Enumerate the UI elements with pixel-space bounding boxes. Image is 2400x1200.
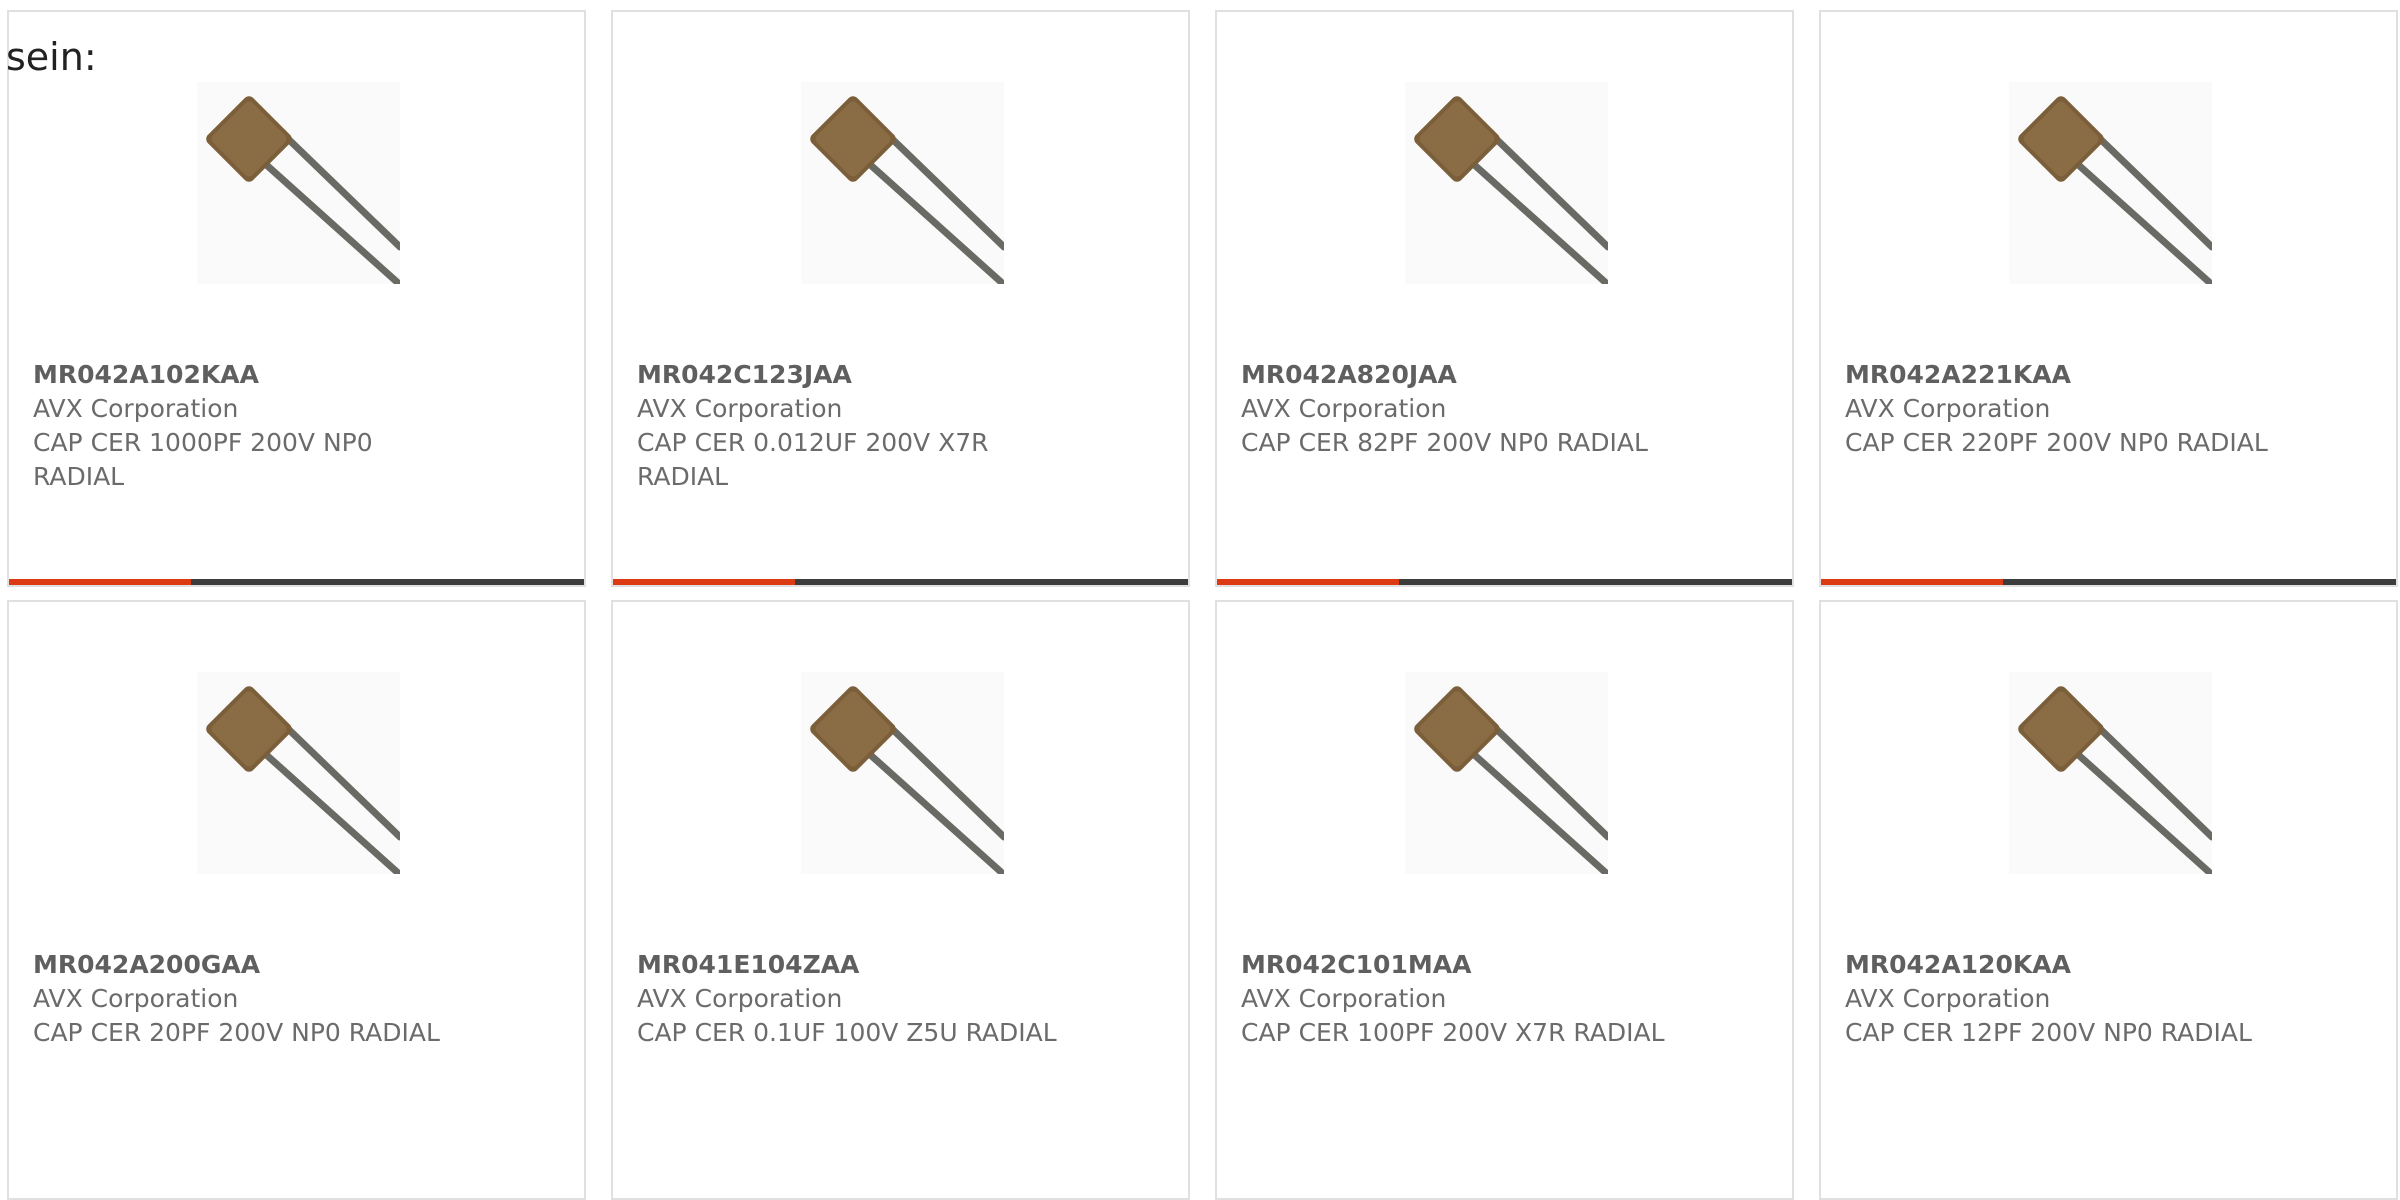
product-info: MR042A820JAA AVX Corporation CAP CER 82P… bbox=[1241, 358, 1671, 460]
manufacturer: AVX Corporation bbox=[637, 984, 843, 1013]
radial-capacitor-image[interactable] bbox=[801, 672, 1004, 874]
card-footer-bar bbox=[1217, 579, 1792, 585]
radial-capacitor-image[interactable] bbox=[197, 82, 400, 284]
card-footer-bar bbox=[613, 579, 1188, 585]
product-info: MR042A200GAA AVX Corporation CAP CER 20P… bbox=[33, 948, 463, 1050]
manufacturer: AVX Corporation bbox=[1241, 984, 1447, 1013]
part-number[interactable]: MR041E104ZAA bbox=[637, 948, 1067, 982]
manufacturer: AVX Corporation bbox=[1845, 984, 2051, 1013]
part-number[interactable]: MR042A221KAA bbox=[1845, 358, 2275, 392]
part-number[interactable]: MR042C123JAA bbox=[637, 358, 1067, 392]
part-number[interactable]: MR042A820JAA bbox=[1241, 358, 1671, 392]
product-description: CAP CER 20PF 200V NP0 RADIAL bbox=[33, 1018, 440, 1047]
part-number[interactable]: MR042A102KAA bbox=[33, 358, 463, 392]
product-info: MR042A102KAA AVX Corporation CAP CER 100… bbox=[33, 358, 463, 494]
product-card[interactable]: MR042C101MAA AVX Corporation CAP CER 100… bbox=[1215, 600, 1794, 1200]
product-info: MR042C123JAA AVX Corporation CAP CER 0.0… bbox=[637, 358, 1067, 494]
product-info: MR041E104ZAA AVX Corporation CAP CER 0.1… bbox=[637, 948, 1067, 1050]
product-card[interactable]: MR042A120KAA AVX Corporation CAP CER 12P… bbox=[1819, 600, 2398, 1200]
product-card[interactable]: MR042A221KAA AVX Corporation CAP CER 220… bbox=[1819, 10, 2398, 587]
product-description: CAP CER 100PF 200V X7R RADIAL bbox=[1241, 1018, 1665, 1047]
radial-capacitor-image[interactable] bbox=[2009, 82, 2212, 284]
card-accent-bar bbox=[1217, 579, 1399, 585]
product-info: MR042C101MAA AVX Corporation CAP CER 100… bbox=[1241, 948, 1671, 1050]
product-card[interactable]: MR041E104ZAA AVX Corporation CAP CER 0.1… bbox=[611, 600, 1190, 1200]
radial-capacitor-image[interactable] bbox=[801, 82, 1004, 284]
card-footer-bar bbox=[1821, 579, 2396, 585]
product-description: CAP CER 0.012UF 200V X7R RADIAL bbox=[637, 428, 989, 491]
product-card[interactable]: MR042A200GAA AVX Corporation CAP CER 20P… bbox=[7, 600, 586, 1200]
radial-capacitor-image[interactable] bbox=[197, 672, 400, 874]
product-description: CAP CER 0.1UF 100V Z5U RADIAL bbox=[637, 1018, 1057, 1047]
manufacturer: AVX Corporation bbox=[1845, 394, 2051, 423]
card-footer-bar bbox=[9, 579, 584, 585]
product-grid: MR042A102KAA AVX Corporation CAP CER 100… bbox=[7, 10, 2400, 1200]
section-heading: sein: bbox=[6, 35, 97, 79]
part-number[interactable]: MR042A200GAA bbox=[33, 948, 463, 982]
product-description: CAP CER 1000PF 200V NP0 RADIAL bbox=[33, 428, 373, 491]
manufacturer: AVX Corporation bbox=[637, 394, 843, 423]
radial-capacitor-image[interactable] bbox=[1405, 672, 1608, 874]
manufacturer: AVX Corporation bbox=[33, 984, 239, 1013]
radial-capacitor-image[interactable] bbox=[2009, 672, 2212, 874]
product-info: MR042A120KAA AVX Corporation CAP CER 12P… bbox=[1845, 948, 2275, 1050]
product-card[interactable]: MR042A820JAA AVX Corporation CAP CER 82P… bbox=[1215, 10, 1794, 587]
product-description: CAP CER 12PF 200V NP0 RADIAL bbox=[1845, 1018, 2252, 1047]
card-accent-bar bbox=[613, 579, 795, 585]
product-card[interactable]: MR042C123JAA AVX Corporation CAP CER 0.0… bbox=[611, 10, 1190, 587]
product-info: MR042A221KAA AVX Corporation CAP CER 220… bbox=[1845, 358, 2275, 460]
card-accent-bar bbox=[9, 579, 191, 585]
part-number[interactable]: MR042A120KAA bbox=[1845, 948, 2275, 982]
card-accent-bar bbox=[1821, 579, 2003, 585]
radial-capacitor-image[interactable] bbox=[1405, 82, 1608, 284]
part-number[interactable]: MR042C101MAA bbox=[1241, 948, 1671, 982]
product-description: CAP CER 220PF 200V NP0 RADIAL bbox=[1845, 428, 2268, 457]
product-description: CAP CER 82PF 200V NP0 RADIAL bbox=[1241, 428, 1648, 457]
product-card[interactable]: MR042A102KAA AVX Corporation CAP CER 100… bbox=[7, 10, 586, 587]
manufacturer: AVX Corporation bbox=[33, 394, 239, 423]
manufacturer: AVX Corporation bbox=[1241, 394, 1447, 423]
